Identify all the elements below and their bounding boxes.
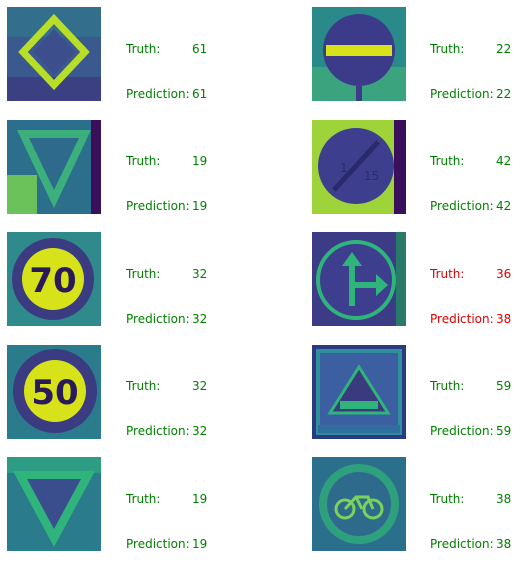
sample-image-8: [312, 345, 406, 439]
prediction-value: 38: [496, 312, 512, 326]
prediction-label: Prediction:: [126, 424, 190, 438]
prediction-value: 61: [192, 87, 208, 101]
speed-limit-70-icon: 70: [7, 232, 101, 326]
speed-limit-50-icon: 50: [7, 345, 101, 439]
prediction-value: 22: [496, 87, 512, 101]
sample-image-5: 70: [7, 232, 101, 326]
truth-label: Truth:: [430, 267, 465, 281]
warning-triangle-panel-sign-icon: [312, 345, 406, 439]
sample-image-6: [312, 232, 406, 326]
prediction-label: Prediction:: [126, 537, 190, 551]
prediction-value: 59: [496, 424, 512, 438]
truth-label: Truth:: [430, 154, 465, 168]
sample-label-10: Truth: 38 Prediction: 38: [430, 462, 511, 567]
sample-image-4: 1 15: [312, 120, 406, 214]
sample-image-10: [312, 457, 406, 551]
truth-value: 19: [192, 492, 208, 506]
straight-or-right-arrow-sign-icon: [312, 232, 406, 326]
truth-value: 32: [192, 267, 208, 281]
svg-text:15: 15: [364, 169, 379, 183]
sample-label-3: Truth: 19 Prediction: 19: [126, 124, 207, 229]
prediction-label: Prediction:: [430, 312, 494, 326]
truth-value: 36: [496, 267, 512, 281]
truth-value: 22: [496, 42, 512, 56]
svg-text:1: 1: [340, 161, 348, 175]
truth-label: Truth:: [430, 42, 465, 56]
truth-label: Truth:: [126, 42, 161, 56]
sample-image-1: [7, 7, 101, 101]
sample-image-3: [7, 120, 101, 214]
prediction-value: 32: [192, 424, 208, 438]
truth-label: Truth:: [126, 492, 161, 506]
sample-label-4: Truth: 42 Prediction: 42: [430, 124, 511, 229]
sample-image-2: [312, 7, 406, 101]
no-entry-sign-icon: [312, 7, 406, 101]
sample-label-6: Truth: 36 Prediction: 38: [430, 237, 511, 342]
truth-label: Truth:: [126, 154, 161, 168]
prediction-label: Prediction:: [430, 424, 494, 438]
prediction-value: 19: [192, 537, 208, 551]
truth-value: 19: [192, 154, 208, 168]
prediction-label: Prediction:: [126, 312, 190, 326]
truth-label: Truth:: [126, 379, 161, 393]
truth-label: Truth:: [430, 492, 465, 506]
bicycle-sign-icon: [312, 457, 406, 551]
parking-restriction-sign-icon: 1 15: [312, 120, 406, 214]
prediction-value: 42: [496, 199, 512, 213]
prediction-label: Prediction:: [430, 87, 494, 101]
sample-label-8: Truth: 59 Prediction: 59: [430, 349, 511, 454]
truth-label: Truth:: [430, 379, 465, 393]
sample-label-5: Truth: 32 Prediction: 32: [126, 237, 207, 342]
truth-value: 61: [192, 42, 208, 56]
sample-label-9: Truth: 19 Prediction: 19: [126, 462, 207, 567]
prediction-value: 19: [192, 199, 208, 213]
prediction-label: Prediction:: [126, 199, 190, 213]
sample-label-1: Truth: 61 Prediction: 61: [126, 12, 207, 117]
sample-image-7: 50: [7, 345, 101, 439]
prediction-label: Prediction:: [430, 199, 494, 213]
truth-value: 42: [496, 154, 512, 168]
truth-label: Truth:: [126, 267, 161, 281]
sample-image-9: [7, 457, 101, 551]
sample-label-2: Truth: 22 Prediction: 22: [430, 12, 511, 117]
prediction-label: Prediction:: [430, 537, 494, 551]
diamond-sign-icon: [7, 7, 101, 101]
sign-text: 50: [31, 373, 78, 413]
truth-value: 32: [192, 379, 208, 393]
yield-sign-icon: [7, 457, 101, 551]
prediction-value: 32: [192, 312, 208, 326]
prediction-label: Prediction:: [126, 87, 190, 101]
prediction-value: 38: [496, 537, 512, 551]
sample-label-7: Truth: 32 Prediction: 32: [126, 349, 207, 454]
truth-value: 38: [496, 492, 512, 506]
truth-value: 59: [496, 379, 512, 393]
yield-sign-icon: [7, 120, 101, 214]
sign-text: 70: [29, 261, 76, 301]
